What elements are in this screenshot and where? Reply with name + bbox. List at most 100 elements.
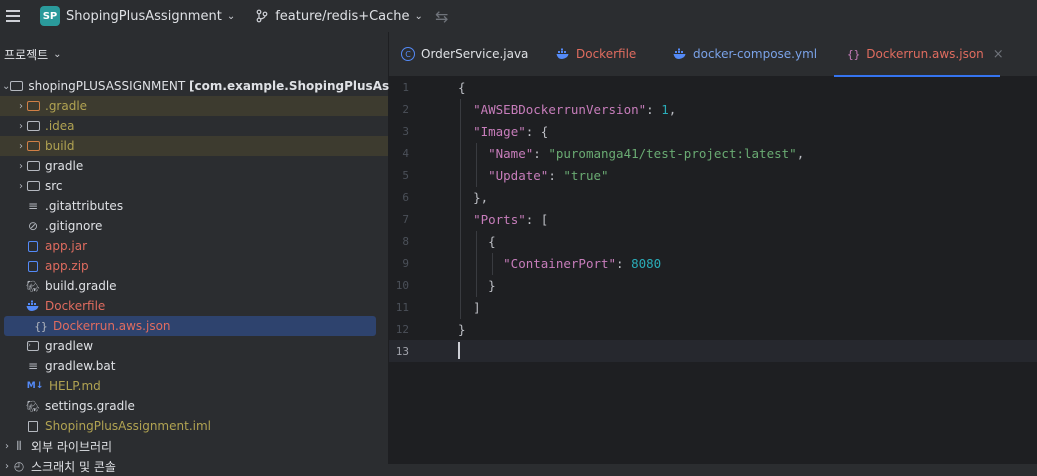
tree-item-dockerfile[interactable]: Dockerfile bbox=[0, 296, 388, 316]
branch-icon bbox=[256, 9, 268, 23]
tree-root[interactable]: ⌄ shopingPLUSASSIGNMENT [com.example.Sho… bbox=[0, 76, 458, 96]
code-line-6: }, bbox=[458, 187, 488, 209]
expand-arrow-icon[interactable]: › bbox=[2, 441, 12, 452]
tree-item-label: 스크래치 및 콘솔 bbox=[31, 459, 116, 474]
tree-item-gradle-cache[interactable]: › .gradle bbox=[0, 96, 388, 116]
gradle-elephant-icon: 🐘︎ bbox=[26, 279, 40, 293]
tree-item-app-zip[interactable]: app.zip bbox=[0, 256, 388, 276]
tree-item-label: src bbox=[45, 179, 63, 193]
tree-item-label: Dockerfile bbox=[45, 299, 106, 313]
tree-item-build-gradle[interactable]: 🐘︎ build.gradle bbox=[0, 276, 388, 296]
tab-label: Dockerfile bbox=[576, 47, 637, 61]
title-bar: SP ShopingPlusAssignment ⌄ feature/redis… bbox=[0, 0, 1037, 32]
tree-item-label: .gradle bbox=[45, 99, 88, 113]
current-line-highlight bbox=[389, 340, 1037, 362]
project-badge[interactable]: SP bbox=[40, 6, 60, 26]
tree-item-label: app.jar bbox=[45, 239, 88, 253]
tree-item-label: gradle bbox=[45, 159, 84, 173]
gradle-elephant-icon: 🐘︎ bbox=[26, 399, 40, 413]
json-file-icon: {} bbox=[847, 47, 861, 61]
vcs-update-icon[interactable]: ⇆ bbox=[435, 7, 448, 26]
docker-whale-icon bbox=[26, 299, 40, 313]
tab-dockerrun-json[interactable]: {} Dockerrun.aws.json × bbox=[834, 32, 1004, 77]
tree-item-label: Dockerrun.aws.json bbox=[53, 319, 171, 333]
markdown-icon: M↓ bbox=[26, 381, 44, 391]
tree-item-gradlew-bat[interactable]: ≡ gradlew.bat bbox=[0, 356, 388, 376]
json-key: "ContainerPort" bbox=[503, 256, 617, 271]
line-number: 8 bbox=[402, 235, 409, 248]
code-token: ] bbox=[473, 300, 481, 315]
chevron-down-icon[interactable]: ⌄ bbox=[53, 49, 61, 60]
code-line-12: } bbox=[458, 319, 466, 341]
json-string: "puromanga41/test-project:latest" bbox=[548, 146, 797, 161]
project-tool-window: 프로젝트 ⌄ ⌄ shopingPLUSASSIGNMENT [com.exam… bbox=[0, 32, 458, 474]
code-editor[interactable]: 1 2 3 4 5 6 7 8 9 10 11 12 13 { "AWSEBDo… bbox=[389, 77, 1037, 464]
tree-item-label: settings.gradle bbox=[45, 399, 135, 413]
json-number: 1 bbox=[661, 102, 669, 117]
module-folder-icon bbox=[10, 79, 24, 93]
tree-item-settings-gradle[interactable]: 🐘︎ settings.gradle bbox=[0, 396, 388, 416]
code-line-7: "Ports": [ bbox=[473, 212, 549, 227]
folder-icon bbox=[26, 139, 40, 153]
line-number: 4 bbox=[402, 147, 409, 160]
code-line-1: { bbox=[458, 77, 466, 99]
tree-item-src[interactable]: › src bbox=[0, 176, 388, 196]
json-key: "Image" bbox=[473, 124, 526, 139]
tab-docker-compose[interactable]: docker-compose.yml bbox=[673, 32, 817, 76]
tab-order-service[interactable]: C OrderService.java bbox=[401, 32, 528, 76]
code-line-8: { bbox=[458, 231, 496, 253]
archive-icon bbox=[26, 239, 40, 253]
line-number: 12 bbox=[395, 323, 409, 336]
expand-arrow-icon[interactable]: › bbox=[16, 181, 26, 192]
json-key: "Name" bbox=[488, 146, 534, 161]
tree-item-label: gradlew.bat bbox=[45, 359, 116, 373]
docker-whale-icon bbox=[556, 48, 569, 59]
folder-icon bbox=[26, 159, 40, 173]
tree-item-scratches[interactable]: › ◴ 스크래치 및 콘솔 bbox=[0, 456, 388, 476]
close-icon[interactable]: × bbox=[993, 47, 1004, 62]
tree-item-app-jar[interactable]: app.jar bbox=[0, 236, 388, 256]
code-token: } bbox=[488, 278, 496, 293]
tree-item-gradlew[interactable]: › gradlew bbox=[0, 336, 388, 356]
tree-item-label: gradlew bbox=[45, 339, 94, 353]
branch-name[interactable]: feature/redis+Cache bbox=[275, 9, 409, 24]
tree-item-external-libraries[interactable]: › ⫴ 외부 라이브러리 bbox=[0, 436, 388, 456]
library-icon: ⫴ bbox=[16, 438, 22, 453]
tree-item-gradle[interactable]: › gradle bbox=[0, 156, 388, 176]
code-line-9: "ContainerPort": 8080 bbox=[503, 256, 662, 271]
tree-item-iml[interactable]: ShopingPlusAssignment.iml bbox=[0, 416, 388, 436]
line-number: 11 bbox=[395, 301, 409, 314]
main-menu-icon[interactable] bbox=[6, 10, 20, 22]
tree-item-dockerrun-json[interactable]: {} Dockerrun.aws.json bbox=[4, 316, 376, 336]
project-name[interactable]: ShopingPlusAssignment bbox=[66, 9, 222, 24]
folder-icon bbox=[26, 99, 40, 113]
expand-arrow-icon[interactable]: › bbox=[2, 461, 12, 472]
line-number: 13 bbox=[395, 345, 409, 358]
project-panel-header[interactable]: 프로젝트 ⌄ bbox=[0, 32, 388, 76]
code-token: } bbox=[458, 322, 466, 337]
expand-arrow-icon[interactable]: ⌄ bbox=[2, 81, 10, 92]
line-number-gutter: 1 2 3 4 5 6 7 8 9 10 11 12 13 bbox=[389, 77, 437, 464]
tree-item-label: app.zip bbox=[45, 259, 89, 273]
tab-dockerfile[interactable]: Dockerfile bbox=[556, 32, 636, 76]
expand-arrow-icon[interactable]: › bbox=[16, 161, 26, 172]
tree-item-idea[interactable]: › .idea bbox=[0, 116, 388, 136]
chevron-down-icon[interactable]: ⌄ bbox=[415, 11, 423, 22]
expand-arrow-icon[interactable]: › bbox=[16, 101, 26, 112]
tree-item-build[interactable]: › build bbox=[0, 136, 388, 156]
text-file-icon: ≡ bbox=[27, 359, 39, 373]
tab-label: Dockerrun.aws.json bbox=[866, 47, 984, 61]
project-panel-title: 프로젝트 bbox=[4, 47, 49, 62]
tree-item-gitignore[interactable]: ⊘ .gitignore bbox=[0, 216, 388, 236]
json-key: "AWSEBDockerrunVersion" bbox=[473, 102, 647, 117]
editor-tabs: C OrderService.java Dockerfile docker-co… bbox=[389, 32, 1037, 77]
expand-arrow-icon[interactable]: › bbox=[16, 121, 26, 132]
line-number: 2 bbox=[402, 103, 409, 116]
tree-item-label: HELP.md bbox=[49, 379, 101, 393]
tree-item-help-md[interactable]: M↓ HELP.md bbox=[0, 376, 388, 396]
tree-item-label: build.gradle bbox=[45, 279, 117, 293]
expand-arrow-icon[interactable]: › bbox=[16, 141, 26, 152]
chevron-down-icon[interactable]: ⌄ bbox=[227, 11, 235, 22]
json-key: "Ports" bbox=[473, 212, 526, 227]
tree-item-gitattributes[interactable]: ≡ .gitattributes bbox=[0, 196, 388, 216]
